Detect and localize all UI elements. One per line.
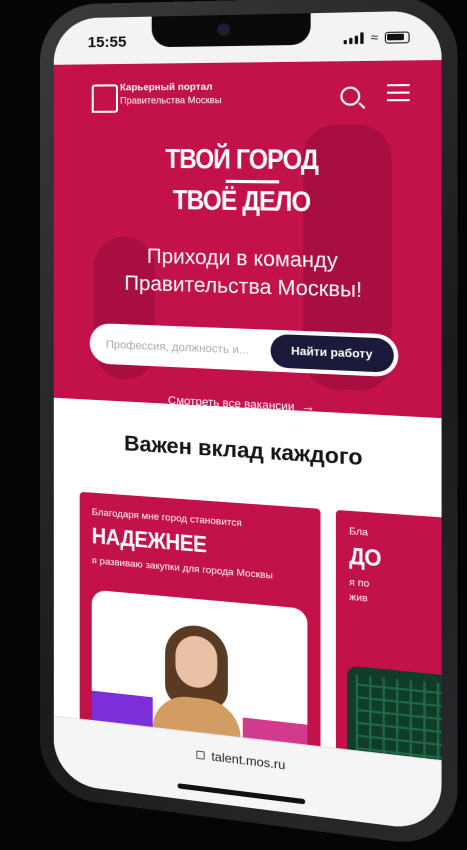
slogan-line-1: ТВОЙ ГОРОД	[79, 143, 412, 177]
menu-icon[interactable]	[387, 84, 410, 107]
search-icon[interactable]	[340, 87, 360, 106]
arrow-right-icon: →	[301, 398, 315, 415]
home-indicator[interactable]	[178, 783, 306, 804]
card-headline: НАДЕЖНЕЕ	[92, 523, 207, 559]
portal-subtitle[interactable]: Правительства Москвы	[120, 95, 222, 106]
portal-title[interactable]: Карьерный портал	[120, 81, 212, 93]
lock-icon	[197, 751, 205, 760]
all-vacancies-link[interactable]: Смотреть все вакансии →	[54, 386, 442, 418]
slogan-line-2: ТВОЁ ДЕЛО	[79, 183, 412, 220]
all-vacancies-label: Смотреть все вакансии	[168, 395, 295, 414]
phone-frame: 15:55 ≈ Карьерный портал Правительства М…	[40, 0, 458, 850]
status-time: 15:55	[88, 33, 127, 51]
hero-banner: Карьерный портал Правительства Москвы ТВ…	[54, 60, 442, 418]
phone-screen: 15:55 ≈ Карьерный портал Правительства М…	[54, 10, 442, 832]
card-intro: Бла	[349, 526, 368, 539]
find-job-button[interactable]: Найти работу	[271, 334, 394, 373]
portal-logo-icon[interactable]	[92, 84, 118, 113]
signal-icon	[344, 32, 364, 44]
slogan-divider	[226, 180, 279, 184]
url-text: talent.mos.ru	[211, 749, 285, 772]
card-headline: ДО	[349, 543, 381, 573]
card-subtitle: я развиваю закупки для города Москвы	[92, 555, 273, 582]
job-search-input[interactable]	[104, 334, 254, 363]
battery-icon	[385, 31, 410, 43]
status-bar: 15:55 ≈	[54, 10, 442, 64]
status-icons: ≈	[344, 29, 410, 45]
card-subtitle-2: жив	[349, 591, 368, 604]
notch	[152, 13, 311, 47]
scene: 15:55 ≈ Карьерный портал Правительства М…	[0, 0, 467, 803]
card-subtitle: я по	[349, 577, 369, 590]
wifi-icon: ≈	[371, 30, 378, 45]
section-title: Важен вклад каждого	[54, 428, 442, 477]
